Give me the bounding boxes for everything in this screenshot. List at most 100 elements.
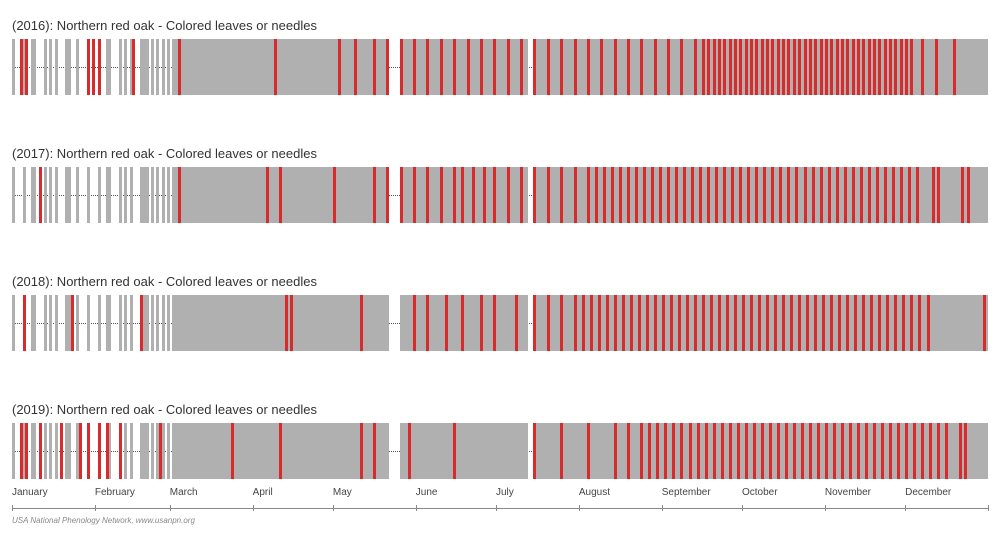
obs-present [560, 167, 563, 223]
obs-present [290, 295, 293, 351]
axis-tick-label: November [825, 487, 871, 498]
obs-present [560, 295, 563, 351]
obs-present [900, 39, 903, 95]
obs-present [723, 167, 726, 223]
obs-present [908, 167, 911, 223]
obs-present [694, 295, 697, 351]
obs-present [809, 423, 812, 479]
obs-present [739, 39, 742, 95]
obs-absent [12, 39, 15, 95]
axis-tick-label: August [579, 487, 610, 498]
obs-present [547, 167, 550, 223]
axis-tick [95, 505, 96, 511]
obs-present [654, 39, 657, 95]
obs-present [654, 295, 657, 351]
axis-tick-label: October [742, 487, 778, 498]
obs-present [266, 167, 269, 223]
obs-present [699, 167, 702, 223]
obs-absent [33, 423, 36, 479]
axis-tick [579, 505, 580, 511]
obs-present [672, 423, 675, 479]
obs-present [798, 295, 801, 351]
obs-present [718, 295, 721, 351]
obs-absent [151, 295, 154, 351]
bars-container [12, 167, 988, 223]
obs-present [480, 295, 483, 351]
obs-present [533, 39, 536, 95]
obs-present [707, 39, 710, 95]
obs-absent [124, 295, 127, 351]
obs-present [614, 423, 617, 479]
obs-present [870, 295, 873, 351]
obs-present [921, 423, 924, 479]
obs-present [731, 167, 734, 223]
obs-present [897, 423, 900, 479]
obs-present [707, 167, 710, 223]
obs-present [825, 423, 828, 479]
obs-present [426, 39, 429, 95]
obs-absent [167, 295, 170, 351]
obs-present [868, 39, 871, 95]
obs-present [884, 39, 887, 95]
obs-present [828, 167, 831, 223]
obs-absent [146, 295, 149, 351]
obs-present [574, 39, 577, 95]
obs-absent [162, 167, 165, 223]
obs-present [159, 423, 162, 479]
axis-tick [662, 505, 663, 511]
axis-tick [333, 505, 334, 511]
obs-present [758, 295, 761, 351]
obs-present [691, 167, 694, 223]
obs-present [961, 167, 964, 223]
obs-absent [119, 39, 122, 95]
axis-tick [170, 505, 171, 511]
obs-present [178, 167, 181, 223]
obs-absent [55, 167, 58, 223]
obs-present [790, 295, 793, 351]
obs-present [92, 39, 95, 95]
obs-absent [68, 423, 71, 479]
obs-present [889, 423, 892, 479]
obs-present [910, 39, 913, 95]
obs-absent [525, 39, 528, 95]
axis-tick-label: March [170, 487, 198, 498]
obs-absent [12, 295, 15, 351]
obs-present [638, 295, 641, 351]
obs-present [98, 39, 101, 95]
obs-absent [151, 39, 154, 95]
obs-absent [130, 295, 133, 351]
obs-present [916, 167, 919, 223]
obs-present [648, 423, 651, 479]
obs-present [515, 295, 518, 351]
obs-present [79, 423, 82, 479]
obs-present [643, 167, 646, 223]
obs-absent [985, 295, 988, 351]
obs-present [873, 423, 876, 479]
obs-absent [87, 295, 90, 351]
obs-present [87, 39, 90, 95]
obs-present [713, 39, 716, 95]
obs-present [761, 423, 764, 479]
obs-present [857, 39, 860, 95]
chart-track [12, 167, 988, 223]
obs-present [98, 423, 101, 479]
obs-absent [985, 167, 988, 223]
obs-present [20, 39, 23, 95]
obs-present [817, 423, 820, 479]
obs-present [360, 295, 363, 351]
chart-panel: (2017): Northern red oak - Colored leave… [12, 146, 988, 256]
obs-present [876, 167, 879, 223]
obs-absent [49, 39, 52, 95]
obs-present [804, 167, 807, 223]
obs-present [878, 295, 881, 351]
bars-container [12, 295, 988, 351]
obs-present [918, 295, 921, 351]
obs-present [820, 167, 823, 223]
axis-tick-label: May [333, 487, 352, 498]
bars-container [12, 39, 988, 95]
obs-present [836, 39, 839, 95]
obs-present [683, 167, 686, 223]
obs-present [927, 295, 930, 351]
obs-present [838, 295, 841, 351]
obs-present [667, 167, 670, 223]
